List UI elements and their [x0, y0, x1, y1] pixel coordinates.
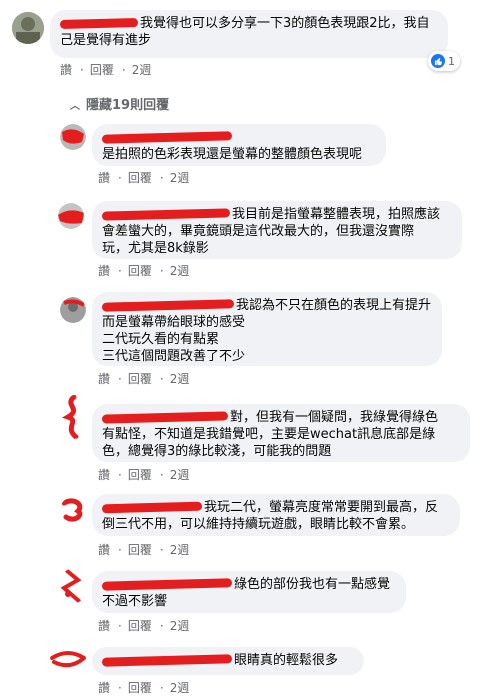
redacted-username: [59, 17, 139, 30]
like-count-badge[interactable]: 1: [428, 51, 460, 71]
avatar[interactable]: [50, 648, 86, 670]
timestamp[interactable]: 2週: [170, 264, 190, 278]
reply-text: 不過不影響: [102, 594, 168, 609]
timestamp[interactable]: 2週: [170, 681, 190, 695]
comment-bubble: 我覺得也可以多分享一下3的顏色表現跟2比，我自 己是覺得有進步: [50, 10, 448, 58]
reply-actions: 讚 · 回覆 · 2週: [98, 171, 190, 185]
reply-text: 眼睛真的輕鬆很多: [234, 653, 339, 668]
comment-actions: 讚 · 回覆 · 2週: [60, 63, 152, 77]
reply-button[interactable]: 回覆: [128, 171, 152, 185]
reply-text: 玩，尤其是8k錄影: [102, 241, 209, 256]
reply-text: 三代這個問題改善了不少: [102, 349, 246, 364]
reply-text: 是拍照的色彩表現還是螢幕的整體顏色表現呢: [102, 147, 363, 162]
reply-text: 倒三代不用，可以維持持續玩遊戲，眼睛比較不會累。: [102, 517, 415, 532]
reply-button[interactable]: 回覆: [128, 468, 152, 482]
like-button[interactable]: 讚: [98, 372, 110, 386]
timestamp[interactable]: 2週: [170, 619, 190, 633]
reply-button[interactable]: 回覆: [128, 264, 152, 278]
timestamp[interactable]: 2週: [170, 372, 190, 386]
reply-button[interactable]: 回覆: [128, 372, 152, 386]
reply-text: 會差蠻大的，畢竟鏡頭是這代改最大的，但我還沒實際: [102, 224, 415, 239]
comment-text: 我覺得也可以多分享一下3的顏色表現跟2比，我自: [140, 16, 430, 31]
avatar[interactable]: [60, 497, 86, 523]
redacted-username: [101, 299, 235, 312]
avatar[interactable]: [60, 395, 88, 439]
reply-text: 有點怪，不知道是我錯覺吧，主要是wechat訊息底部是綠: [102, 427, 436, 442]
like-button[interactable]: 讚: [60, 63, 72, 77]
reply-bubble: 是拍照的色彩表現還是螢幕的整體顏色表現呢: [92, 124, 386, 166]
redacted-username: [101, 578, 233, 591]
like-button[interactable]: 讚: [98, 468, 110, 482]
reply-bubble: 我目前是指螢幕整體表現，拍照應該 會差蠻大的，畢竟鏡頭是這代改最大的，但我還沒實…: [92, 201, 462, 259]
thumbs-up-icon: [431, 54, 445, 68]
comment-text: 己是覺得有進步: [60, 33, 152, 48]
reply-bubble: 我認為不只在顏色的表現上有提升 而是螢幕帶給眼球的感受 二代玩久看的有點累 三代…: [92, 292, 442, 366]
timestamp[interactable]: 2週: [170, 543, 190, 557]
timestamp[interactable]: 2週: [170, 171, 190, 185]
reply-text: 色，總覺得3的綠比較淺，可能我的問題: [102, 444, 332, 459]
reply-button[interactable]: 回覆: [128, 619, 152, 633]
hide-replies-toggle[interactable]: ︿ 隱藏19則回覆: [70, 94, 169, 113]
reply-text: 對，但我有一個疑問，我綠覺得綠色: [230, 410, 439, 425]
chevron-up-icon: ︿: [70, 101, 80, 112]
reply-bubble: 對，但我有一個疑問，我綠覺得綠色 有點怪，不知道是我錯覺吧，主要是wechat訊…: [92, 404, 470, 462]
reply-actions: 讚 · 回覆 · 2週: [98, 264, 190, 278]
like-button[interactable]: 讚: [98, 619, 110, 633]
redacted-username: [101, 131, 233, 144]
timestamp[interactable]: 2週: [170, 468, 190, 482]
hide-replies-label: 隱藏19則回覆: [86, 98, 170, 113]
reply-bubble: 我玩二代，螢幕亮度常常要開到最高，反 倒三代不用，可以維持持續玩遊戲，眼睛比較不…: [92, 494, 460, 536]
reply-actions: 讚 · 回覆 · 2週: [98, 372, 190, 386]
reply-text: 二代玩久看的有點累: [102, 332, 220, 347]
reply-text: 我玩二代，螢幕亮度常常要開到最高，反: [204, 500, 439, 515]
avatar[interactable]: [58, 203, 84, 229]
like-count: 1: [448, 54, 455, 68]
redacted-username: [101, 208, 231, 221]
reply-button[interactable]: 回覆: [128, 681, 152, 695]
reply-text: 而是螢幕帶給眼球的感受: [102, 315, 246, 330]
reply-actions: 讚 · 回覆 · 2週: [98, 468, 190, 482]
reply-bubble: 眼睛真的輕鬆很多: [92, 647, 364, 675]
avatar[interactable]: [12, 12, 44, 44]
avatar[interactable]: [60, 297, 86, 323]
reply-actions: 讚 · 回覆 · 2週: [98, 543, 190, 557]
reply-button[interactable]: 回覆: [128, 543, 152, 557]
redacted-username: [101, 411, 229, 424]
redacted-username: [101, 501, 203, 514]
redacted-username: [101, 654, 233, 667]
like-button[interactable]: 讚: [98, 543, 110, 557]
avatar[interactable]: [60, 124, 86, 150]
reply-text: 綠色的部份我也有一點感覺: [234, 577, 391, 592]
like-button[interactable]: 讚: [98, 264, 110, 278]
reply-actions: 讚 · 回覆 · 2週: [98, 619, 190, 633]
reply-text: 我目前是指螢幕整體表現，拍照應該: [232, 207, 441, 222]
like-button[interactable]: 讚: [98, 681, 110, 695]
avatar[interactable]: [60, 568, 86, 604]
reply-text: 我認為不只在顏色的表現上有提升: [236, 298, 432, 313]
reply-button[interactable]: 回覆: [90, 63, 114, 77]
like-button[interactable]: 讚: [98, 171, 110, 185]
reply-actions: 讚 · 回覆 · 2週: [98, 681, 190, 695]
reply-bubble: 綠色的部份我也有一點感覺 不過不影響: [92, 571, 406, 613]
timestamp[interactable]: 2週: [132, 63, 152, 77]
